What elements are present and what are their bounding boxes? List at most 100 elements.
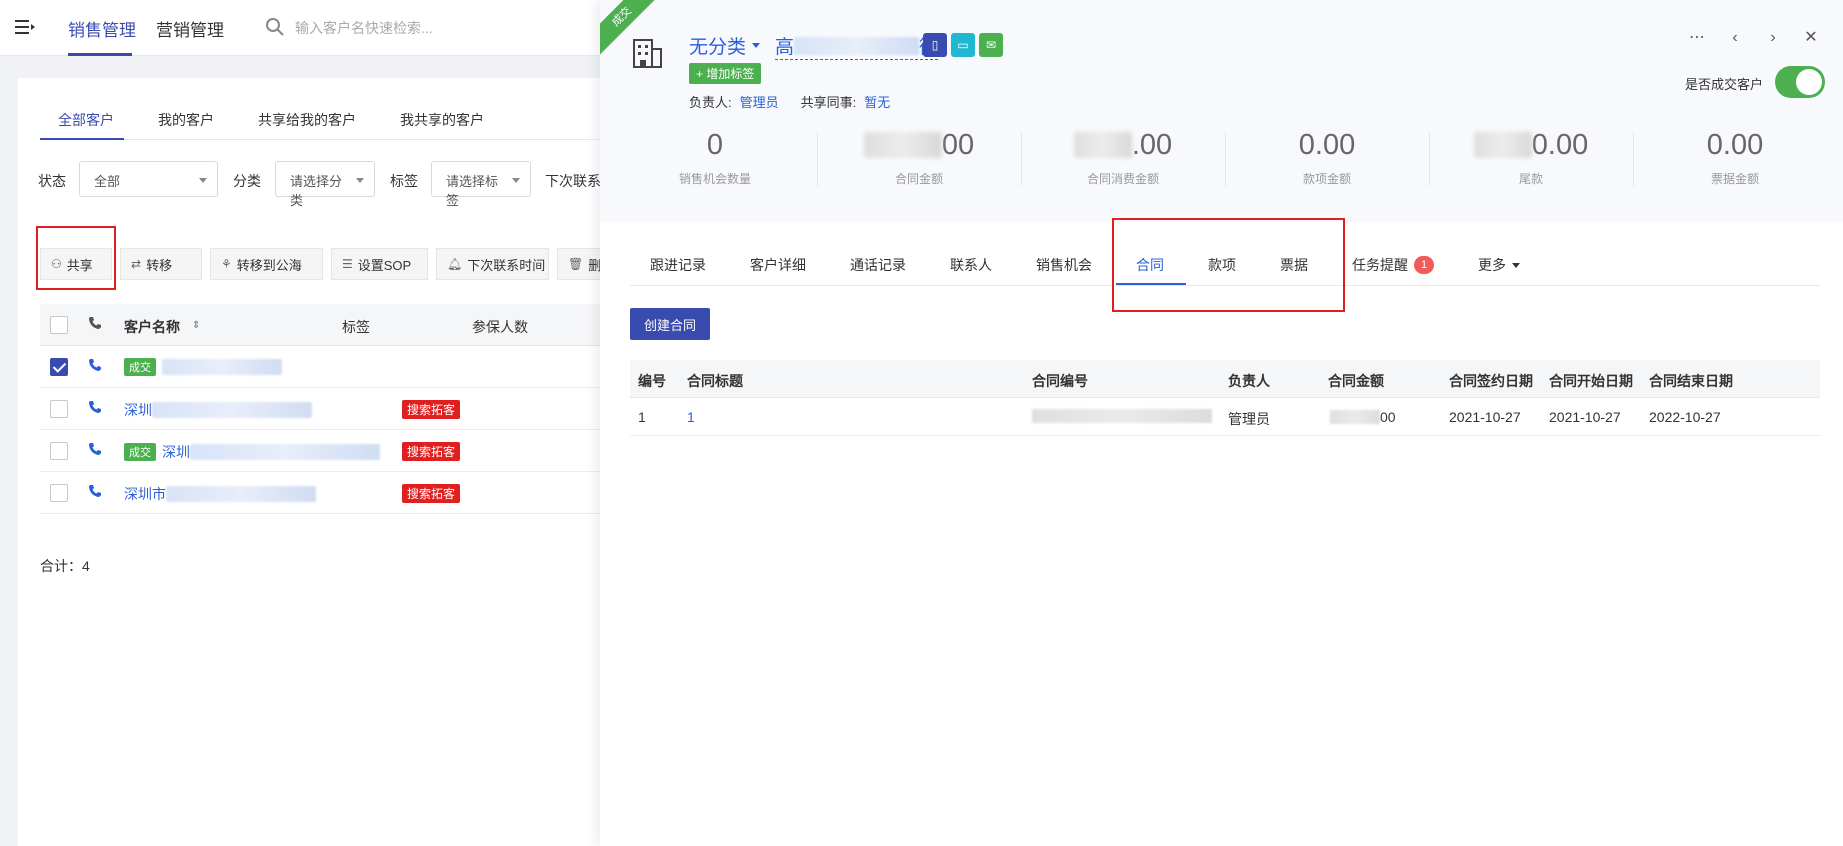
masked-name [190, 444, 380, 460]
deal-switch[interactable] [1775, 66, 1825, 98]
table-row[interactable]: 成交 [40, 346, 618, 388]
table-row[interactable]: 深圳市 搜索拓客 [40, 472, 618, 514]
customer-name-link[interactable]: 成交 深圳 [124, 442, 380, 462]
move-to-pool-button[interactable]: ⚘ 转移到公海 [210, 248, 323, 280]
transfer-button-label: 转移 [146, 257, 173, 273]
category-value: 无分类 [689, 37, 747, 58]
subtab-active-indicator [40, 138, 124, 140]
share-highlight-box [36, 226, 116, 290]
tab-task-reminders[interactable]: 任务提醒 1 [1352, 255, 1434, 275]
customer-name-prefix: 高 [775, 37, 795, 58]
nav-tab-marketing[interactable]: 营销管理 [156, 16, 224, 41]
sort-icon[interactable]: ⇕ [192, 320, 200, 331]
masked-value [1032, 409, 1212, 423]
share-label: 共享同事: [800, 95, 857, 110]
row-checkbox[interactable] [50, 400, 68, 418]
chevron-down-icon [752, 43, 761, 48]
contract-row[interactable]: 1 1 管理员 00 2021-10-27 2021-10-27 2022-10… [630, 398, 1820, 436]
masked-name [794, 36, 920, 55]
select-all-checkbox[interactable] [50, 316, 68, 334]
sop-icon: ☰ [342, 257, 353, 271]
col-contract-amount: 合同金额 [1328, 373, 1384, 389]
building-icon [633, 39, 662, 68]
customer-name-text: 深圳 [162, 444, 190, 460]
filter-tag-placeholder: 请选择标签 [446, 174, 499, 208]
row-checkbox[interactable] [50, 484, 68, 502]
customer-list-panel: 全部客户 我的客户 共享给我的客户 我共享的客户 状态 全部 分类 请选择分类 … [18, 78, 627, 846]
chevron-down-icon [199, 178, 207, 183]
row-checkbox[interactable] [50, 358, 68, 376]
add-tag-button[interactable]: + 增加标签 [689, 63, 762, 84]
filter-category-placeholder: 请选择分类 [290, 174, 343, 208]
customer-name-editable[interactable]: 高 街 [775, 32, 939, 60]
close-icon[interactable]: ✕ [1801, 28, 1821, 48]
tab-customer-detail[interactable]: 客户详细 [750, 255, 806, 275]
col-owner: 负责人 [1228, 373, 1270, 389]
filter-category-select[interactable]: 请选择分类 [275, 161, 375, 208]
next-contact-button[interactable]: 🔔︎ 下次联系时间 [436, 248, 549, 280]
email-icon[interactable]: ✉ [979, 33, 1003, 57]
filter-tag-select[interactable]: 请选择标签 [431, 161, 531, 208]
search-icon [266, 18, 284, 36]
masked-name [152, 402, 312, 418]
phone-icon[interactable] [88, 442, 102, 456]
col-end-date: 合同结束日期 [1649, 373, 1733, 389]
tag-badge: 搜索拓客 [402, 442, 461, 461]
prev-icon[interactable]: ‹ [1725, 28, 1745, 48]
contract-sign-date: 2021-10-27 [1449, 409, 1521, 425]
trash-icon: 🗑︎ [568, 257, 584, 271]
col-insured-count: 参保人数 [472, 319, 528, 335]
customer-name-link[interactable]: 深圳 [124, 400, 312, 420]
customer-search-input[interactable] [295, 16, 555, 40]
deal-badge: 成交 [124, 358, 156, 376]
stat-label: 销售机会数量 [678, 172, 751, 186]
contract-title-link[interactable]: 1 [687, 409, 695, 425]
phone-icon[interactable] [88, 358, 102, 372]
phone-icon[interactable] [88, 400, 102, 414]
stat-contract-consumption: .00 合同消费金额 [1021, 128, 1225, 187]
filter-status-select[interactable]: 全部 [79, 161, 218, 197]
subtab-shared-to-me[interactable]: 共享给我的客户 [258, 110, 356, 130]
tab-opportunities[interactable]: 销售机会 [1036, 255, 1092, 275]
filter-status-value: 全部 [94, 174, 121, 189]
transfer-button[interactable]: ⇄ 转移 [120, 248, 202, 280]
more-options-icon[interactable]: ⋯ [1687, 28, 1707, 48]
customer-name-link[interactable]: 深圳市 [124, 484, 316, 504]
mobile-icon[interactable]: ▯ [923, 33, 947, 57]
row-checkbox[interactable] [50, 442, 68, 460]
tab-call-log[interactable]: 通话记录 [850, 255, 906, 275]
col-sign-date: 合同签约日期 [1449, 373, 1533, 389]
chevron-down-icon [1512, 262, 1520, 268]
phone-icon[interactable] [88, 484, 102, 498]
customer-name-link[interactable]: 成交 [124, 358, 282, 376]
col-customer-name[interactable]: 客户名称 [124, 317, 180, 337]
masked-value [1073, 132, 1132, 158]
category-select[interactable]: 无分类 [689, 32, 761, 59]
pool-icon: ⚘ [221, 257, 232, 271]
next-icon[interactable]: › [1763, 28, 1783, 48]
col-number: 编号 [638, 373, 666, 389]
subtab-my-customers[interactable]: 我的客户 [158, 110, 214, 130]
masked-name [166, 486, 316, 502]
subtab-all-customers[interactable]: 全部客户 [58, 110, 114, 130]
table-row[interactable]: 成交 深圳 搜索拓客 [40, 430, 618, 472]
col-contract-title: 合同标题 [687, 373, 743, 389]
filter-category-label: 分类 [233, 173, 261, 189]
phone-icon [89, 317, 101, 329]
create-contract-button[interactable]: 创建合同 [630, 308, 711, 340]
tab-more[interactable]: 更多 [1478, 255, 1520, 275]
tab-contacts[interactable]: 联系人 [950, 255, 992, 275]
subtab-shared-by-me[interactable]: 我共享的客户 [400, 110, 484, 130]
nav-tab-sales[interactable]: 销售管理 [68, 16, 136, 41]
owner-label: 负责人: [689, 95, 732, 110]
tab-follow-up[interactable]: 跟进记录 [650, 255, 706, 275]
set-sop-button[interactable]: ☰ 设置SOP [331, 248, 428, 280]
table-row[interactable]: 深圳 搜索拓客 [40, 388, 618, 430]
contract-end-date: 2022-10-27 [1649, 409, 1721, 425]
owner-value[interactable]: 管理员 [740, 95, 779, 110]
chevron-down-icon [356, 178, 364, 183]
menu-collapse-icon[interactable] [14, 16, 36, 38]
share-value[interactable]: 暂无 [864, 95, 890, 110]
contract-owner: 管理员 [1228, 411, 1270, 427]
message-icon[interactable]: ▭ [951, 33, 975, 57]
